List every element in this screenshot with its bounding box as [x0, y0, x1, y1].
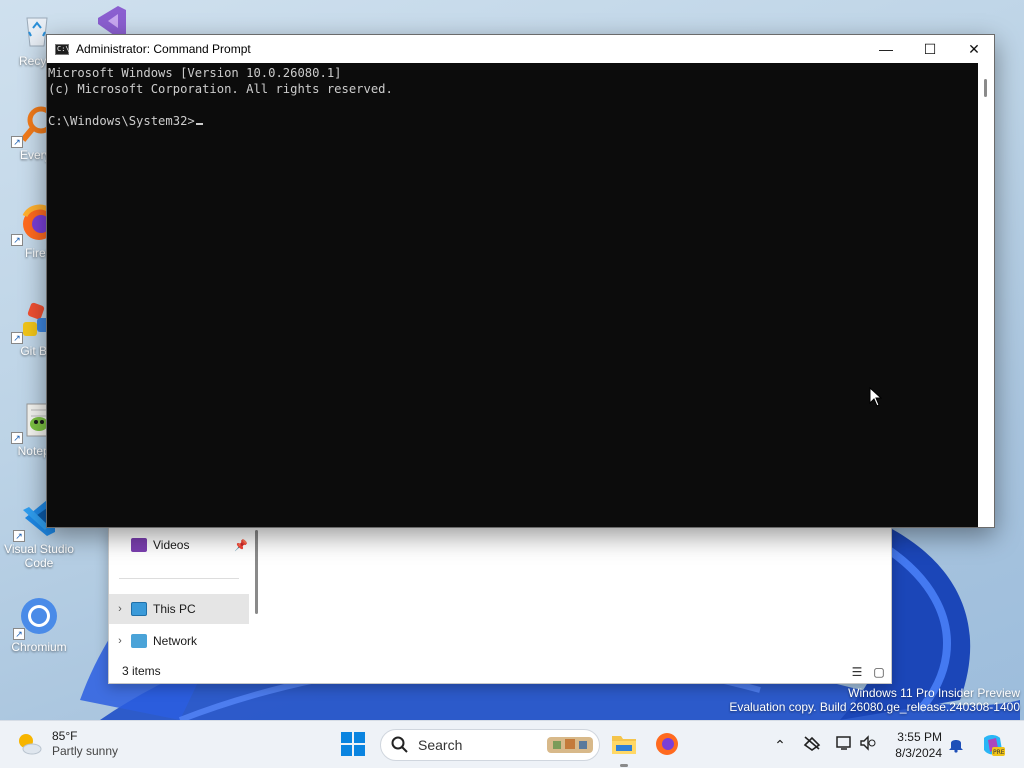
command-prompt-window[interactable]: C:\ Administrator: Command Prompt — ☐ ✕ …	[46, 34, 995, 528]
console-scrollbar[interactable]	[978, 63, 994, 527]
taskbar-search[interactable]: Search	[380, 729, 600, 761]
desktop-icon-label: Chromium	[11, 640, 67, 654]
weather-condition: Partly sunny	[52, 744, 119, 758]
minimize-button[interactable]: —	[864, 35, 908, 63]
cmd-titlebar[interactable]: C:\ Administrator: Command Prompt — ☐ ✕	[47, 35, 994, 63]
scrollbar-thumb[interactable]	[984, 79, 987, 97]
this-pc-icon	[131, 602, 147, 616]
status-item-count: 3 items	[122, 664, 161, 678]
evaluation-watermark: Windows 11 Pro Insider Preview Evaluatio…	[729, 686, 1020, 714]
desktop-icon-label: Visual Studio Code	[4, 542, 74, 570]
nav-item-label: Videos	[153, 538, 190, 552]
running-indicator	[620, 764, 628, 767]
close-button[interactable]: ✕	[952, 35, 996, 63]
details-view-icon[interactable]: ☰	[849, 665, 865, 679]
firefox-taskbar-button[interactable]	[654, 731, 682, 759]
nav-item-label: Network	[153, 634, 198, 648]
folder-icon	[612, 736, 636, 754]
shortcut-arrow-icon: ↗	[13, 628, 25, 640]
nav-scrollbar[interactable]	[255, 530, 258, 614]
desktop-icon-chromium[interactable]: ↗ Chromium	[4, 596, 74, 654]
svg-text:PRE: PRE	[993, 749, 1005, 756]
copilot-preview-icon[interactable]: PRE	[980, 732, 1006, 758]
windows-logo-icon	[341, 732, 365, 756]
partly-sunny-icon	[16, 731, 42, 757]
taskbar[interactable]: 85°F Partly sunny Search ⌃ 3:55 PM 8/3/2…	[0, 720, 1024, 768]
watermark-line: Windows 11 Pro Insider Preview	[848, 686, 1020, 700]
shortcut-arrow-icon: ↗	[11, 432, 23, 444]
chevron-up-icon[interactable]: ⌃	[770, 735, 790, 755]
nav-item-this-pc[interactable]: › This PC	[109, 594, 249, 624]
weather-temp: 85°F	[52, 729, 78, 743]
weather-widget[interactable]: 85°F Partly sunny	[16, 729, 118, 759]
start-button[interactable]	[340, 731, 368, 759]
nav-item-videos[interactable]: Videos 📌	[109, 530, 249, 560]
network-icon	[131, 634, 147, 648]
firefox-icon	[656, 733, 678, 755]
file-explorer-taskbar-button[interactable]	[610, 731, 638, 759]
search-highlight-art-icon	[547, 737, 593, 753]
explorer-nav-pane[interactable]: Videos 📌 › This PC › Network	[109, 526, 265, 662]
network-disconnected-icon[interactable]	[802, 735, 822, 755]
nav-item-network[interactable]: › Network	[109, 626, 249, 656]
file-explorer-window[interactable]: Videos 📌 › This PC › Network 3 items ☰ ▢	[108, 525, 892, 684]
notification-bell-icon[interactable]	[946, 735, 966, 755]
chromium-icon: ↗	[13, 596, 59, 640]
chevron-right-icon[interactable]: ›	[109, 635, 131, 647]
search-icon	[391, 736, 408, 753]
chevron-right-icon[interactable]: ›	[109, 603, 131, 615]
watermark-line: Evaluation copy. Build 26080.ge_release.…	[729, 700, 1020, 714]
cmd-app-icon: C:\	[55, 43, 70, 55]
shortcut-arrow-icon: ↗	[11, 136, 23, 148]
pin-icon[interactable]: 📌	[234, 539, 248, 552]
clock-time: 3:55 PM	[897, 730, 942, 744]
console-output[interactable]: Microsoft Windows [Version 10.0.26080.1]…	[47, 63, 979, 527]
shortcut-arrow-icon: ↗	[13, 530, 25, 542]
console-line: (c) Microsoft Corporation. All rights re…	[48, 82, 393, 96]
console-prompt-line[interactable]: C:\Windows\System32>	[48, 113, 979, 129]
window-title: Administrator: Command Prompt	[76, 42, 251, 56]
shortcut-arrow-icon: ↗	[11, 332, 23, 344]
clock-date: 8/3/2024	[895, 746, 942, 760]
text-cursor	[195, 123, 203, 125]
console-line: Microsoft Windows [Version 10.0.26080.1]	[48, 66, 342, 80]
taskbar-clock[interactable]: 3:55 PM 8/3/2024	[888, 729, 942, 761]
nav-divider	[119, 578, 239, 579]
maximize-button[interactable]: ☐	[908, 35, 952, 63]
large-icons-view-icon[interactable]: ▢	[871, 665, 887, 679]
videos-folder-icon	[131, 538, 147, 552]
shortcut-arrow-icon: ↗	[11, 234, 23, 246]
console-prompt: C:\Windows\System32>	[48, 114, 195, 128]
search-placeholder: Search	[418, 737, 463, 753]
display-icon[interactable]	[834, 735, 854, 755]
volume-muted-icon[interactable]	[858, 735, 878, 755]
mouse-pointer-icon	[869, 387, 883, 407]
nav-item-label: This PC	[153, 602, 196, 616]
